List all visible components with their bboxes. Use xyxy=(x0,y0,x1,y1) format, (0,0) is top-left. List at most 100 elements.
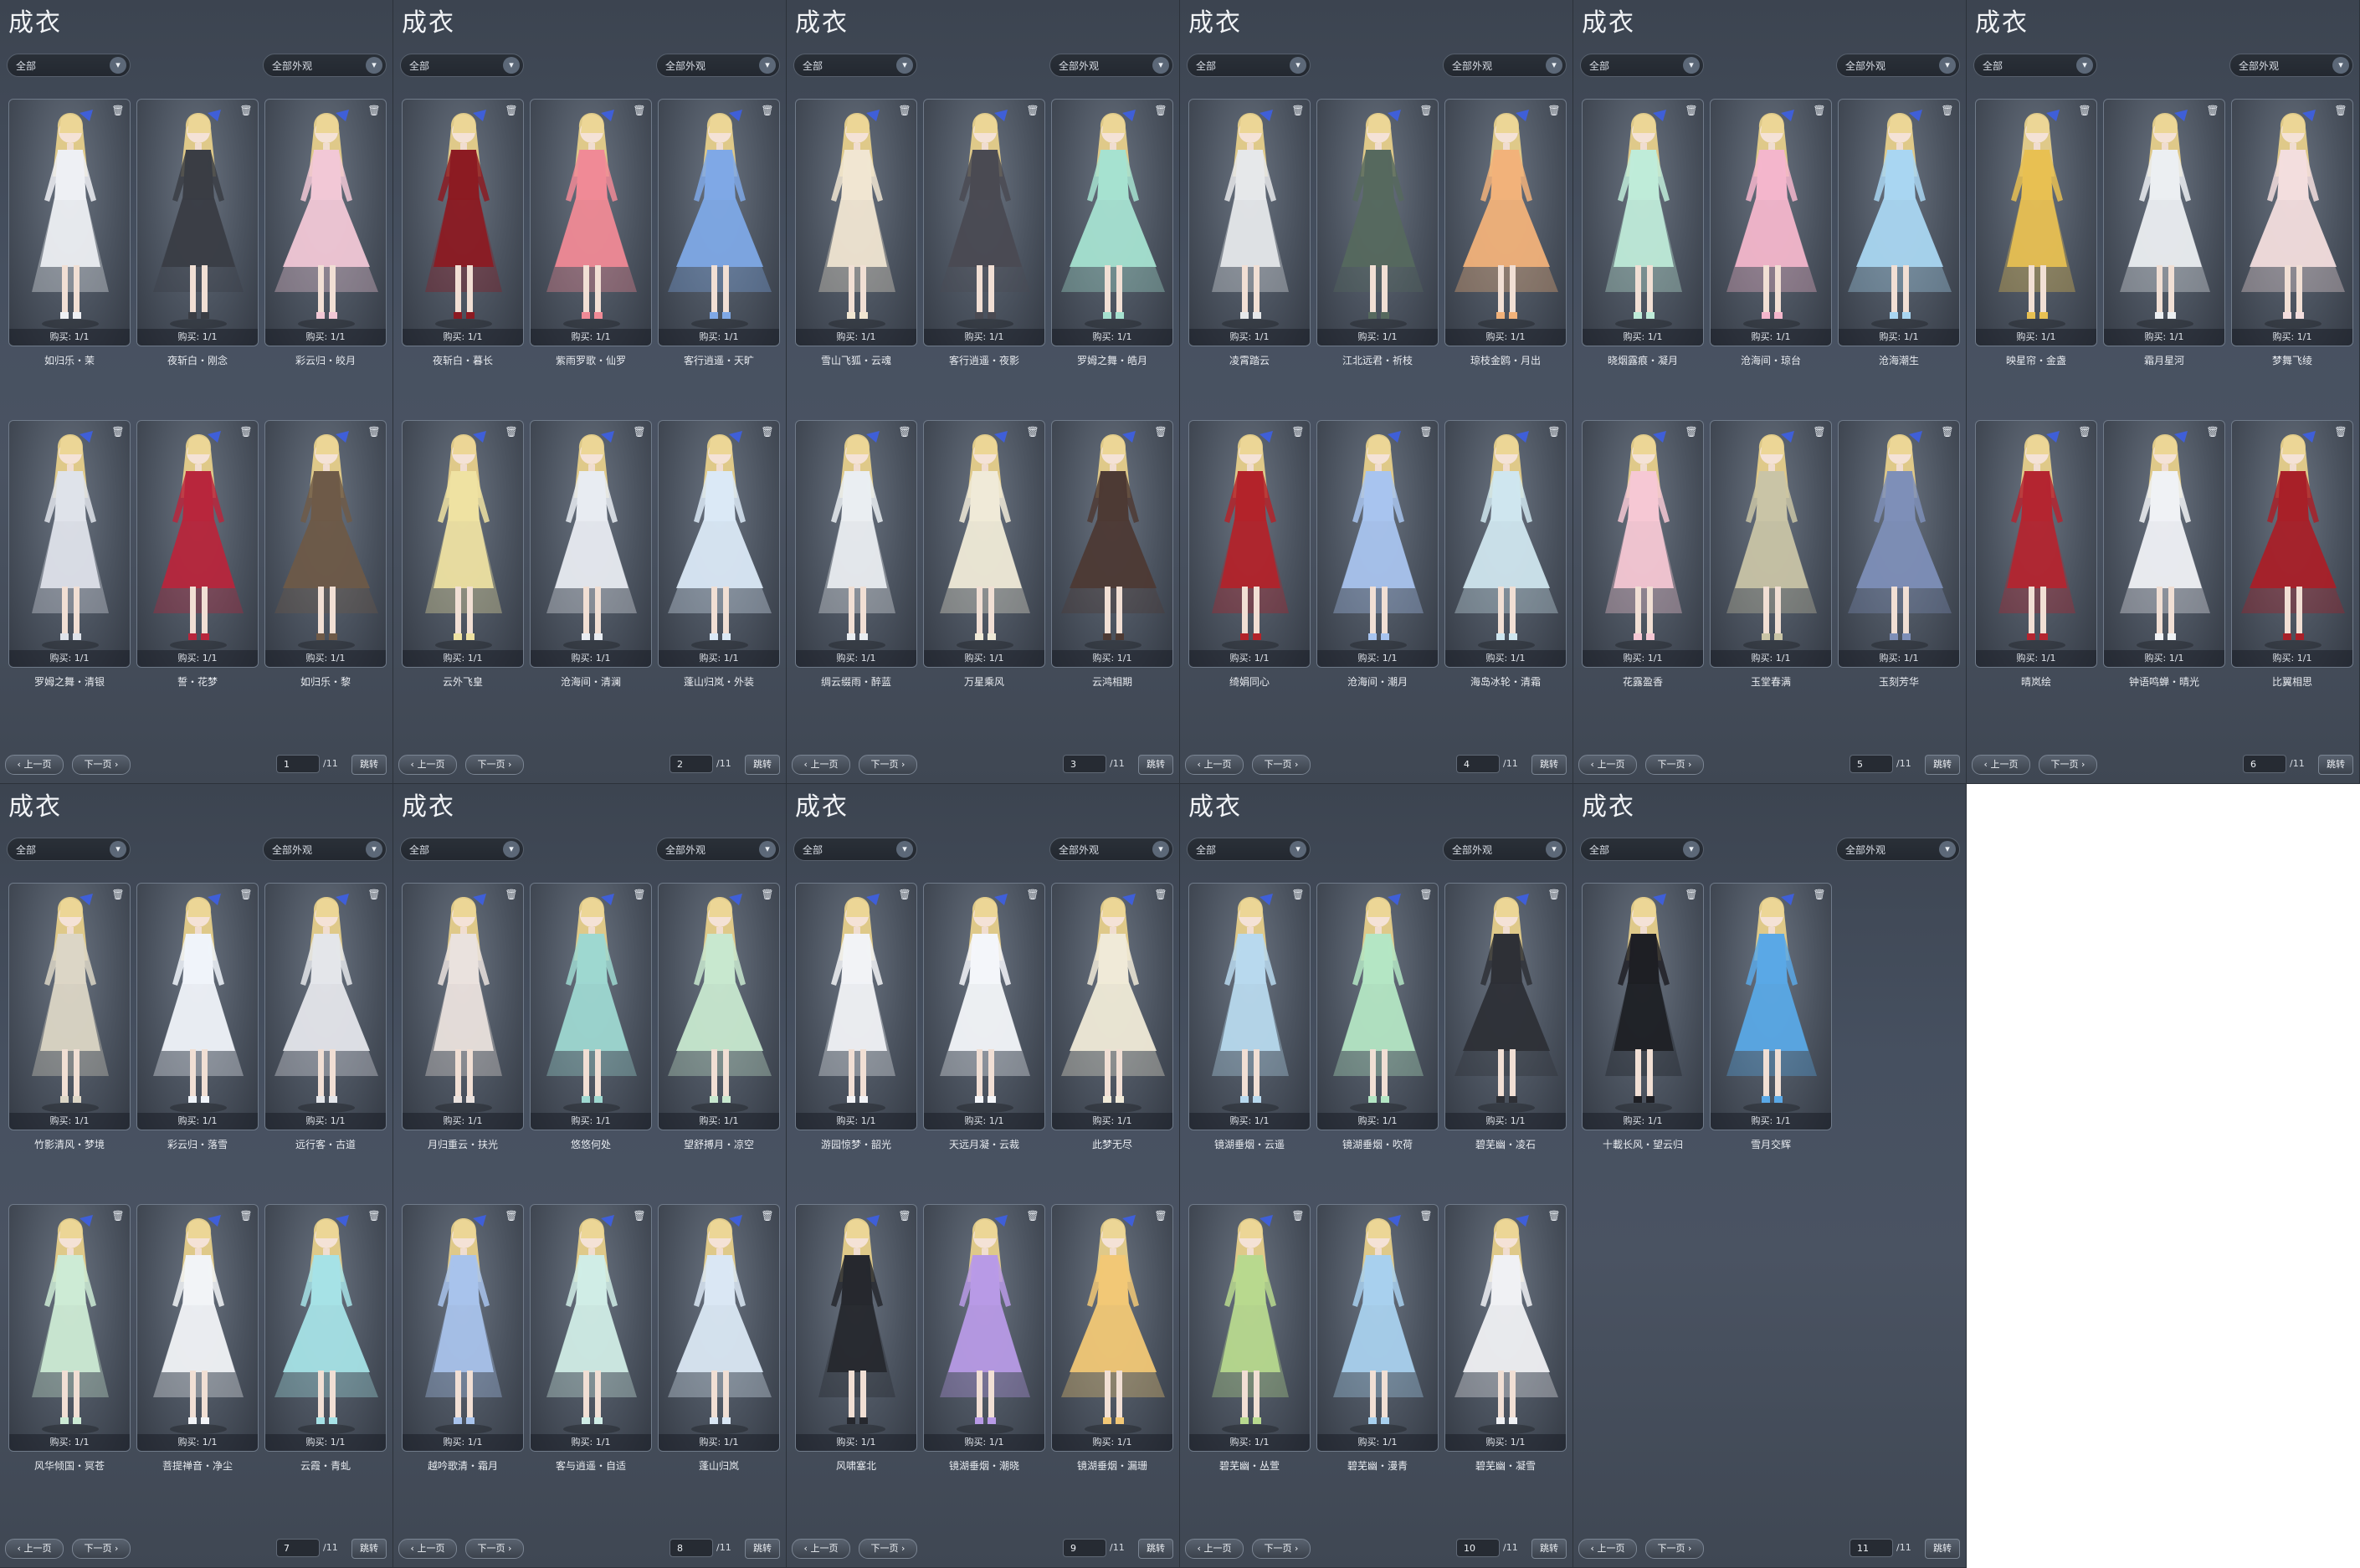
trash-icon[interactable]: 🗑 xyxy=(2334,104,2347,117)
outfit-card[interactable]: 🗑 购买: 1/1 xyxy=(1188,883,1311,1130)
outfit-card[interactable]: 🗑 购买: 1/1 xyxy=(264,883,387,1130)
outfit-card[interactable]: 🗑 购买: 1/1 xyxy=(402,99,524,346)
outfit-card[interactable]: 🗑 购买: 1/1 xyxy=(1188,420,1311,668)
outfit-card[interactable]: 🗑 购买: 1/1 xyxy=(1710,99,1832,346)
jump-button[interactable]: 跳转 xyxy=(1925,1539,1960,1559)
trash-icon[interactable]: 🗑 xyxy=(761,888,774,901)
prev-page-button[interactable]: ‹ 上一页 xyxy=(792,1539,850,1559)
outfit-card[interactable]: 🗑 购买: 1/1 xyxy=(1188,1204,1311,1452)
page-number-input[interactable]: 2 xyxy=(670,755,713,773)
trash-icon[interactable]: 🗑 xyxy=(1026,888,1039,901)
trash-icon[interactable]: 🗑 xyxy=(1547,888,1561,901)
jump-button[interactable]: 跳转 xyxy=(2318,755,2353,775)
trash-icon[interactable]: 🗑 xyxy=(898,888,911,901)
prev-page-button[interactable]: ‹ 上一页 xyxy=(1185,755,1244,775)
category-dropdown[interactable]: 全部 ▾ xyxy=(1973,54,2097,77)
page-number-input[interactable]: 5 xyxy=(1850,755,1893,773)
page-number-input[interactable]: 3 xyxy=(1063,755,1106,773)
trash-icon[interactable]: 🗑 xyxy=(1291,1209,1305,1222)
outfit-card[interactable]: 🗑 购买: 1/1 xyxy=(1444,1204,1567,1452)
trash-icon[interactable]: 🗑 xyxy=(2206,104,2219,117)
outfit-card[interactable]: 🗑 购买: 1/1 xyxy=(8,1204,131,1452)
jump-button[interactable]: 跳转 xyxy=(1531,755,1567,775)
trash-icon[interactable]: 🗑 xyxy=(111,888,125,901)
prev-page-button[interactable]: ‹ 上一页 xyxy=(792,755,850,775)
appearance-dropdown[interactable]: 全部外观 ▾ xyxy=(1443,54,1567,77)
outfit-card[interactable]: 🗑 购买: 1/1 xyxy=(1838,99,1960,346)
outfit-card[interactable]: 🗑 购买: 1/1 xyxy=(136,420,259,668)
next-page-button[interactable]: 下一页 › xyxy=(72,755,131,775)
trash-icon[interactable]: 🗑 xyxy=(1419,888,1433,901)
outfit-card[interactable]: 🗑 购买: 1/1 xyxy=(1051,420,1173,668)
prev-page-button[interactable]: ‹ 上一页 xyxy=(1578,755,1637,775)
outfit-card[interactable]: 🗑 购买: 1/1 xyxy=(1444,883,1567,1130)
appearance-dropdown[interactable]: 全部外观 ▾ xyxy=(263,54,387,77)
outfit-card[interactable]: 🗑 购买: 1/1 xyxy=(795,1204,917,1452)
outfit-card[interactable]: 🗑 购买: 1/1 xyxy=(1051,99,1173,346)
trash-icon[interactable]: 🗑 xyxy=(111,1209,125,1222)
trash-icon[interactable]: 🗑 xyxy=(1941,425,1954,438)
outfit-card[interactable]: 🗑 购买: 1/1 xyxy=(658,420,780,668)
outfit-card[interactable]: 🗑 购买: 1/1 xyxy=(264,420,387,668)
outfit-card[interactable]: 🗑 购买: 1/1 xyxy=(402,420,524,668)
next-page-button[interactable]: 下一页 › xyxy=(1252,1539,1311,1559)
outfit-card[interactable]: 🗑 购买: 1/1 xyxy=(2231,99,2353,346)
outfit-card[interactable]: 🗑 购买: 1/1 xyxy=(1444,420,1567,668)
page-number-input[interactable]: 1 xyxy=(276,755,320,773)
outfit-card[interactable]: 🗑 购买: 1/1 xyxy=(2103,420,2225,668)
outfit-card[interactable]: 🗑 购买: 1/1 xyxy=(1710,883,1832,1130)
outfit-card[interactable]: 🗑 购买: 1/1 xyxy=(1316,1204,1439,1452)
jump-button[interactable]: 跳转 xyxy=(745,1539,780,1559)
trash-icon[interactable]: 🗑 xyxy=(1026,1209,1039,1222)
category-dropdown[interactable]: 全部 ▾ xyxy=(400,838,524,861)
outfit-card[interactable]: 🗑 购买: 1/1 xyxy=(1582,883,1704,1130)
trash-icon[interactable]: 🗑 xyxy=(367,104,381,117)
next-page-button[interactable]: 下一页 › xyxy=(2039,755,2097,775)
outfit-card[interactable]: 🗑 购买: 1/1 xyxy=(658,1204,780,1452)
outfit-card[interactable]: 🗑 购买: 1/1 xyxy=(923,1204,1045,1452)
outfit-card[interactable]: 🗑 购买: 1/1 xyxy=(923,883,1045,1130)
trash-icon[interactable]: 🗑 xyxy=(1291,104,1305,117)
trash-icon[interactable]: 🗑 xyxy=(367,425,381,438)
trash-icon[interactable]: 🗑 xyxy=(239,425,253,438)
prev-page-button[interactable]: ‹ 上一页 xyxy=(1972,755,2030,775)
trash-icon[interactable]: 🗑 xyxy=(633,888,646,901)
outfit-card[interactable]: 🗑 购买: 1/1 xyxy=(1838,420,1960,668)
trash-icon[interactable]: 🗑 xyxy=(761,425,774,438)
prev-page-button[interactable]: ‹ 上一页 xyxy=(5,1539,64,1559)
outfit-card[interactable]: 🗑 购买: 1/1 xyxy=(402,883,524,1130)
next-page-button[interactable]: 下一页 › xyxy=(465,755,524,775)
jump-button[interactable]: 跳转 xyxy=(351,755,387,775)
outfit-card[interactable]: 🗑 购买: 1/1 xyxy=(136,883,259,1130)
trash-icon[interactable]: 🗑 xyxy=(2078,104,2091,117)
outfit-card[interactable]: 🗑 购买: 1/1 xyxy=(1051,883,1173,1130)
page-number-input[interactable]: 8 xyxy=(670,1539,713,1557)
trash-icon[interactable]: 🗑 xyxy=(1813,104,1826,117)
trash-icon[interactable]: 🗑 xyxy=(1291,888,1305,901)
outfit-card[interactable]: 🗑 购买: 1/1 xyxy=(1188,99,1311,346)
trash-icon[interactable]: 🗑 xyxy=(1419,425,1433,438)
trash-icon[interactable]: 🗑 xyxy=(1547,1209,1561,1222)
trash-icon[interactable]: 🗑 xyxy=(1419,1209,1433,1222)
category-dropdown[interactable]: 全部 ▾ xyxy=(1580,54,1704,77)
jump-button[interactable]: 跳转 xyxy=(351,1539,387,1559)
outfit-card[interactable]: 🗑 购买: 1/1 xyxy=(8,883,131,1130)
jump-button[interactable]: 跳转 xyxy=(1531,1539,1567,1559)
trash-icon[interactable]: 🗑 xyxy=(1813,425,1826,438)
category-dropdown[interactable]: 全部 ▾ xyxy=(400,54,524,77)
outfit-card[interactable]: 🗑 购买: 1/1 xyxy=(8,99,131,346)
trash-icon[interactable]: 🗑 xyxy=(239,104,253,117)
outfit-card[interactable]: 🗑 购买: 1/1 xyxy=(1051,1204,1173,1452)
trash-icon[interactable]: 🗑 xyxy=(898,1209,911,1222)
outfit-card[interactable]: 🗑 购买: 1/1 xyxy=(1975,99,2097,346)
outfit-card[interactable]: 🗑 购买: 1/1 xyxy=(1582,420,1704,668)
category-dropdown[interactable]: 全部 ▾ xyxy=(793,838,917,861)
category-dropdown[interactable]: 全部 ▾ xyxy=(7,838,131,861)
trash-icon[interactable]: 🗑 xyxy=(1154,1209,1167,1222)
trash-icon[interactable]: 🗑 xyxy=(2206,425,2219,438)
trash-icon[interactable]: 🗑 xyxy=(367,1209,381,1222)
appearance-dropdown[interactable]: 全部外观 ▾ xyxy=(1836,54,1960,77)
outfit-card[interactable]: 🗑 购买: 1/1 xyxy=(402,1204,524,1452)
outfit-card[interactable]: 🗑 购买: 1/1 xyxy=(923,420,1045,668)
trash-icon[interactable]: 🗑 xyxy=(1813,888,1826,901)
